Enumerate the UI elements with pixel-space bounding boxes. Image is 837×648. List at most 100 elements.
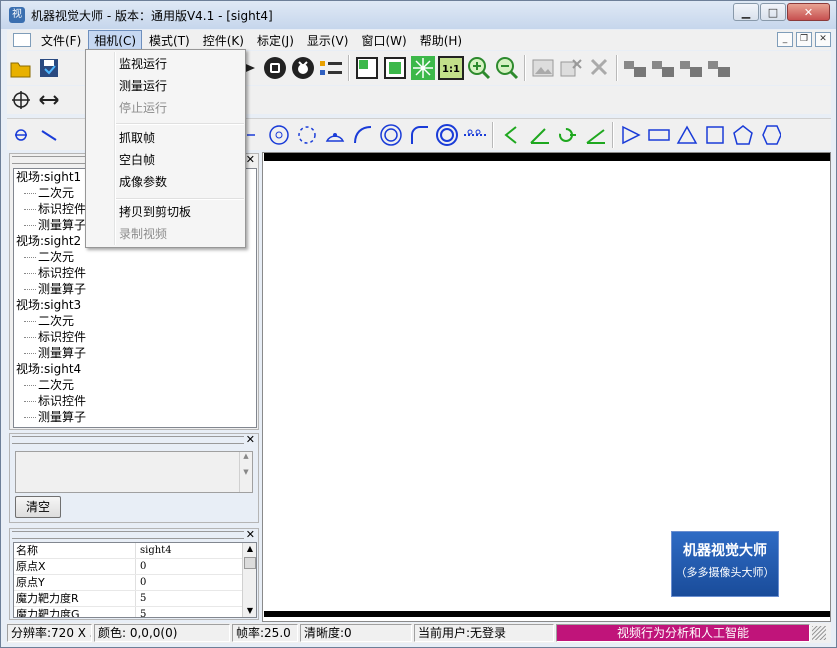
triangle-icon[interactable] (673, 121, 701, 149)
properties-scrollbar[interactable]: ▲ ▼ (242, 543, 256, 617)
menu-window[interactable]: 窗口(W) (355, 30, 412, 51)
tree-sight4[interactable]: 视场:sight4 (14, 361, 256, 377)
maximize-button[interactable]: □ (760, 3, 786, 21)
menu-item-blank-frame[interactable]: 空白帧 (119, 150, 155, 170)
message-box[interactable]: ▲ ▼ (15, 451, 253, 493)
properties-panel: ✕ 名称 sight4 原点X 0 原点Y 0 魔力靶力度R 5 魔力靶力度G … (9, 528, 259, 620)
clear-icon[interactable] (585, 54, 613, 82)
tree-panel-close-icon[interactable]: ✕ (246, 153, 255, 166)
panel-grip[interactable] (12, 531, 244, 539)
tree-sight4-operator[interactable]: 测量算子 (14, 409, 256, 425)
arc-points-icon[interactable] (321, 121, 349, 149)
fit-screen-icon[interactable] (409, 54, 437, 82)
tree-sight4-marker[interactable]: 标识控件 (14, 393, 256, 409)
square-icon[interactable] (701, 121, 729, 149)
angle-right-icon[interactable] (581, 121, 609, 149)
child-restore-button[interactable]: ❐ (796, 32, 812, 47)
crosshair-icon[interactable] (7, 86, 35, 114)
hexagon-icon[interactable] (757, 121, 785, 149)
message-panel-close-icon[interactable]: ✕ (246, 433, 255, 446)
camera-group-4-icon[interactable] (705, 54, 733, 82)
menu-camera[interactable]: 相机(C) (88, 29, 143, 51)
status-bar: 分辨率:720 X 5 颜色: 0,0,0(0) 帧率:25.0 清晰度:0 当… (7, 623, 831, 643)
menu-item-copy-clipboard[interactable]: 拷贝到剪切板 (119, 202, 191, 222)
property-value[interactable]: 5 (136, 591, 146, 606)
tree-sight3-marker[interactable]: 标识控件 (14, 329, 256, 345)
list-icon[interactable] (317, 54, 345, 82)
resize-grip[interactable] (812, 626, 826, 640)
angle-left-icon[interactable] (497, 121, 525, 149)
menu-file[interactable]: 文件(F) (35, 30, 87, 51)
scroll-thumb[interactable] (244, 557, 256, 569)
property-value[interactable]: 0 (136, 559, 146, 574)
camera-group-1-icon[interactable] (621, 54, 649, 82)
angle-arc-icon[interactable] (553, 121, 581, 149)
menu-item-monitor-run[interactable]: 监视运行 (119, 54, 167, 74)
camera-group-3-icon[interactable] (677, 54, 705, 82)
select-region-icon[interactable] (353, 54, 381, 82)
stop-icon[interactable] (261, 54, 289, 82)
image-icon[interactable] (529, 54, 557, 82)
property-value[interactable]: 0 (136, 575, 146, 590)
triangle-right-icon[interactable] (617, 121, 645, 149)
tree-sight3-operator[interactable]: 测量算子 (14, 345, 256, 361)
ring-icon[interactable] (433, 121, 461, 149)
menu-mode[interactable]: 模式(T) (143, 30, 196, 51)
horizontal-measure-icon[interactable] (35, 86, 63, 114)
circle-center-icon[interactable] (265, 121, 293, 149)
open-folder-icon[interactable] (7, 54, 35, 82)
camera-group-2-icon[interactable] (649, 54, 677, 82)
property-row[interactable]: 原点X 0 (14, 559, 256, 575)
zoom-out-icon[interactable] (493, 54, 521, 82)
line-shape-icon[interactable] (35, 121, 63, 149)
message-scrollbar[interactable]: ▲ ▼ (239, 452, 252, 492)
property-key: 名称 (14, 543, 136, 558)
menu-calibrate[interactable]: 标定(J) (251, 30, 300, 51)
menu-item-imaging-params[interactable]: 成像参数 (119, 172, 167, 192)
property-row[interactable]: 原点Y 0 (14, 575, 256, 591)
minimize-button[interactable]: ▁ (733, 3, 759, 21)
tree-sight3[interactable]: 视场:sight3 (14, 297, 256, 313)
circle-points-icon[interactable] (293, 121, 321, 149)
property-key: 原点X (14, 559, 136, 574)
menu-display[interactable]: 显示(V) (301, 30, 355, 51)
scroll-down-icon[interactable]: ▼ (243, 605, 256, 617)
menu-item-grab-frame[interactable]: 抓取帧 (119, 128, 155, 148)
scroll-up-icon[interactable]: ▲ (243, 543, 256, 555)
clear-button[interactable]: 清空 (15, 496, 61, 518)
property-row[interactable]: 魔力靶力度G 5 (14, 607, 256, 617)
camera-viewport[interactable]: 机器视觉大师 （多多摄像头大师） (262, 152, 831, 622)
property-row[interactable]: 魔力靶力度R 5 (14, 591, 256, 607)
document-icon[interactable] (13, 33, 31, 47)
full-region-icon[interactable] (381, 54, 409, 82)
properties-panel-close-icon[interactable]: ✕ (246, 528, 255, 541)
rectangle-dashed-icon[interactable] (645, 121, 673, 149)
save-icon[interactable] (35, 54, 63, 82)
property-value[interactable]: sight4 (136, 543, 172, 558)
tree-sight2-operator[interactable]: 测量算子 (14, 281, 256, 297)
panel-grip[interactable] (12, 436, 244, 444)
corner-arc-icon[interactable] (405, 121, 433, 149)
property-value[interactable]: 5 (136, 607, 146, 617)
menu-item-measure-run[interactable]: 测量运行 (119, 76, 167, 96)
arc-icon[interactable] (349, 121, 377, 149)
dotted-line-icon[interactable] (461, 121, 489, 149)
zoom-in-icon[interactable] (465, 54, 493, 82)
pentagon-icon[interactable] (729, 121, 757, 149)
close-button[interactable]: ✕ (787, 3, 830, 21)
angle-icon[interactable] (525, 121, 553, 149)
double-circle-icon[interactable] (377, 121, 405, 149)
menu-controls[interactable]: 控件(K) (197, 30, 250, 51)
tree-sight4-2d[interactable]: 二次元 (14, 377, 256, 393)
menu-help[interactable]: 帮助(H) (414, 30, 468, 51)
tree-sight3-2d[interactable]: 二次元 (14, 313, 256, 329)
capture-icon[interactable] (289, 54, 317, 82)
child-minimize-button[interactable]: _ (777, 32, 793, 47)
point-shape-icon[interactable] (7, 121, 35, 149)
delete-image-icon[interactable] (557, 54, 585, 82)
child-close-button[interactable]: ✕ (815, 32, 831, 47)
zoom-actual-button[interactable]: 1:1 (437, 54, 465, 82)
tree-sight2-2d[interactable]: 二次元 (14, 249, 256, 265)
tree-sight2-marker[interactable]: 标识控件 (14, 265, 256, 281)
property-row[interactable]: 名称 sight4 (14, 543, 256, 559)
